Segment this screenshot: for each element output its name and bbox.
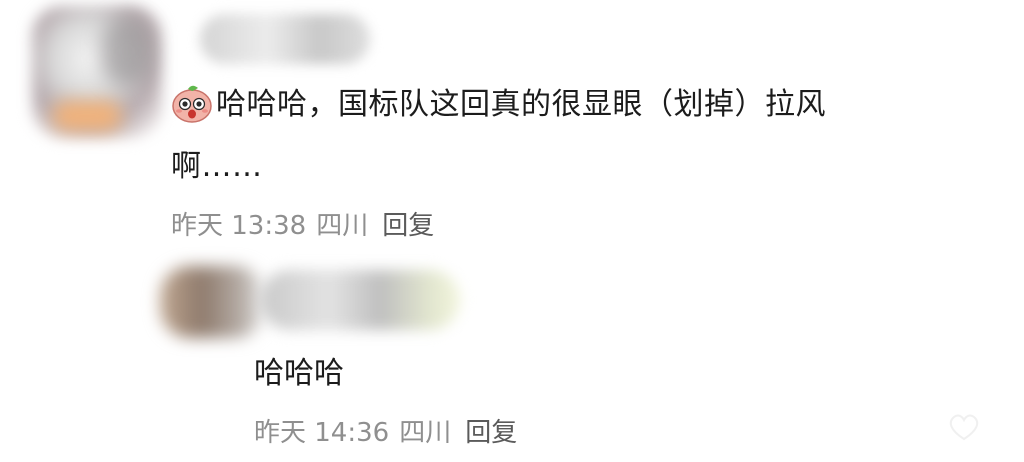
reply-text: 哈哈哈	[254, 356, 344, 391]
username[interactable]	[260, 262, 470, 342]
comment-location: 四川	[316, 211, 369, 241]
comment-text-line1: 哈哈哈，国标队这回真的很显眼（划掉）拉风	[216, 87, 826, 122]
avatar[interactable]	[160, 262, 270, 342]
avatar[interactable]	[32, 6, 162, 138]
comment-text-line2: 啊……	[171, 149, 263, 184]
reply-time: 昨天 14:36	[254, 418, 390, 448]
like-icon[interactable]	[946, 412, 982, 442]
reply-button[interactable]: 回复	[382, 211, 434, 241]
comment-time: 昨天 13:38	[171, 211, 307, 241]
reply-location: 四川	[399, 418, 452, 448]
username[interactable]	[200, 6, 370, 72]
comment-text: 哈哈哈，国标队这回真的很显眼（划掉）拉风	[216, 72, 1016, 138]
surprised-peach-emoji-icon	[171, 82, 213, 124]
comment-meta: 昨天 13:38 四川 回复	[171, 205, 434, 242]
reply-button[interactable]: 回复	[465, 418, 517, 448]
reply-meta: 昨天 14:36 四川 回复	[254, 412, 517, 449]
